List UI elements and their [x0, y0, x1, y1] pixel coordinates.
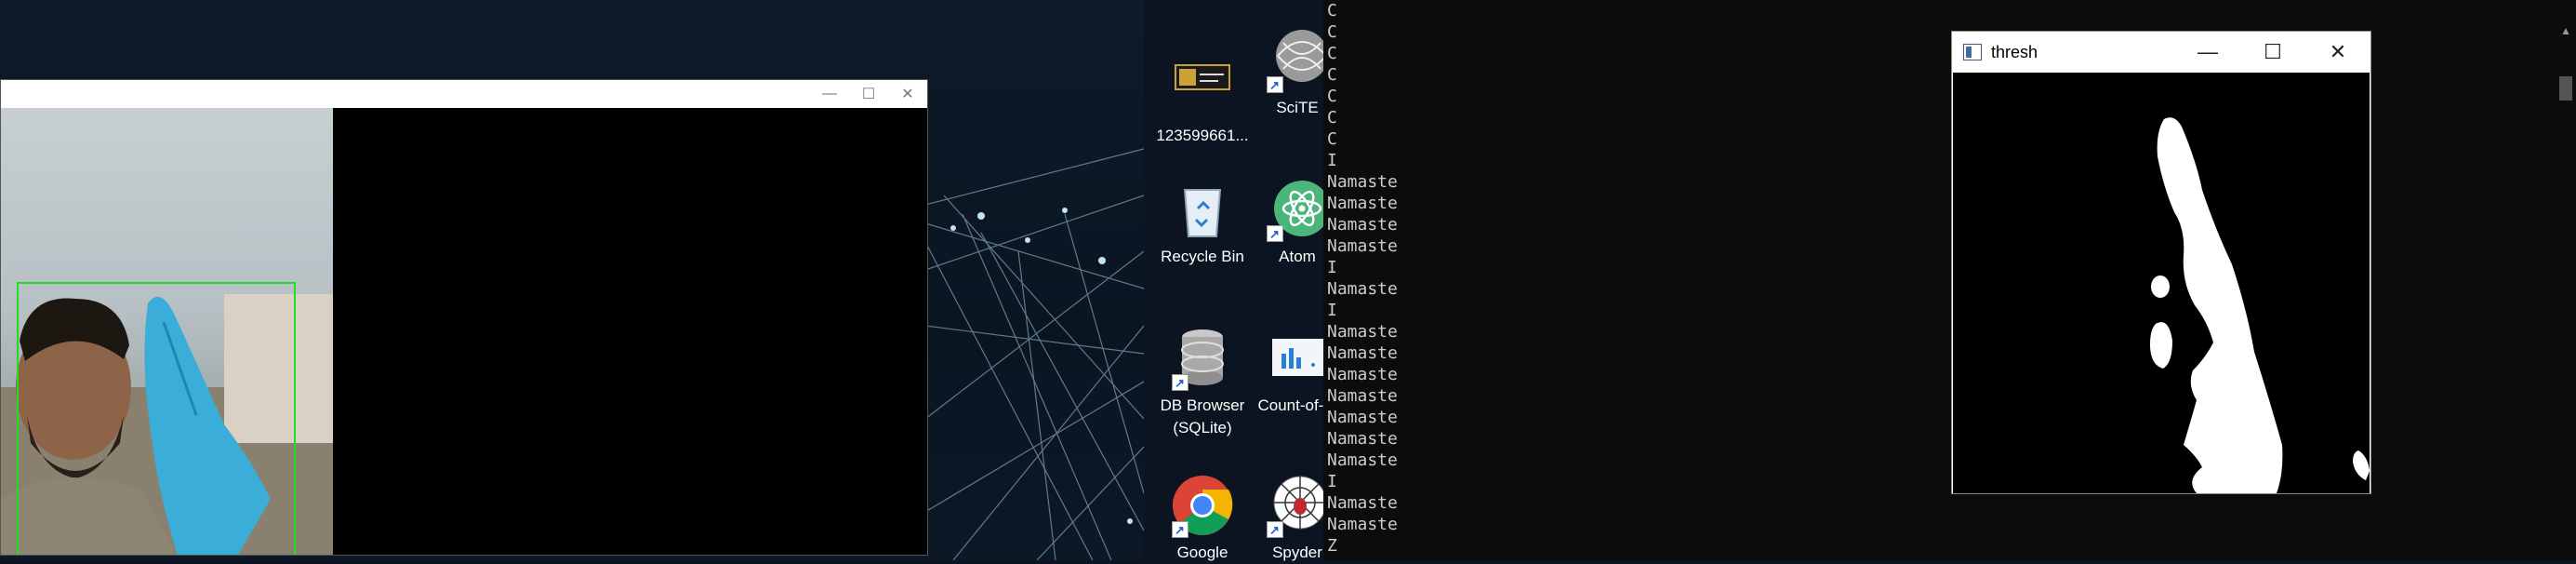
- maximize-button[interactable]: ☐: [2240, 32, 2305, 73]
- spyder-icon: [1265, 473, 1330, 542]
- hand-detection-box: [17, 282, 296, 555]
- console-line: Namaste: [1327, 493, 1398, 513]
- shortcut-arrow-icon: [1172, 372, 1188, 395]
- desktop-icon-image[interactable]: 123599661...: [1156, 56, 1249, 147]
- desktop-icon-label: Recycle Bin: [1161, 248, 1244, 265]
- console-line: I: [1327, 151, 1337, 170]
- console-line: Namaste: [1327, 365, 1398, 384]
- console-line: Namaste: [1327, 386, 1398, 406]
- console-line: I: [1327, 301, 1337, 320]
- close-button[interactable]: ✕: [888, 80, 927, 108]
- scite-icon: [1265, 28, 1330, 97]
- desktop-icon-label: DB Browser (SQLite): [1160, 396, 1245, 436]
- desktop-icon-db-browser[interactable]: DB Browser (SQLite): [1148, 326, 1257, 439]
- camera-window[interactable]: — ☐ ✕: [0, 79, 928, 556]
- chrome-icon: [1170, 473, 1235, 542]
- desktop-icon-label: Google: [1176, 544, 1228, 561]
- console-line: Namaste: [1327, 408, 1398, 427]
- scroll-up-arrow-icon[interactable]: ▲: [2559, 24, 2572, 37]
- minimize-button[interactable]: —: [810, 80, 849, 108]
- webcam-frame: [1, 108, 333, 555]
- thresh-window[interactable]: thresh — ☐ ✕: [1951, 31, 2371, 494]
- window-app-icon: [1963, 44, 1982, 60]
- desktop-icon-recycle-bin[interactable]: Recycle Bin: [1156, 177, 1249, 268]
- desktop-icon-label: Spyder: [1272, 544, 1322, 561]
- console-line: Namaste: [1327, 172, 1398, 192]
- console-line: Namaste: [1327, 515, 1398, 534]
- console-line: Namaste: [1327, 194, 1398, 213]
- minimize-button[interactable]: —: [2175, 32, 2240, 73]
- desktop-icon-label: Atom: [1279, 248, 1316, 265]
- console-output: C C C C C C C I Namaste Namaste Namaste Namaste I Nam…: [1327, 0, 1398, 557]
- console-line: C: [1327, 22, 1337, 42]
- console-line: Namaste: [1327, 279, 1398, 299]
- atom-icon: [1265, 177, 1330, 246]
- console-line: Namaste: [1327, 450, 1398, 470]
- desktop-icon-google[interactable]: Google: [1156, 473, 1249, 564]
- console-scrollbar[interactable]: ▲: [2556, 0, 2576, 560]
- chart-file-icon: [1265, 326, 1330, 391]
- shortcut-arrow-icon: [1267, 223, 1283, 246]
- console-line: C: [1327, 87, 1337, 106]
- wallpaper-network-lines: [925, 140, 1144, 560]
- console-line: Namaste: [1327, 236, 1398, 256]
- console-line: C: [1327, 65, 1337, 85]
- database-icon: [1170, 326, 1235, 395]
- maximize-button[interactable]: ☐: [849, 80, 888, 108]
- image-thumbnail-icon: [1170, 56, 1235, 121]
- console-line: Namaste: [1327, 215, 1398, 235]
- console-line: C: [1327, 108, 1337, 128]
- threshold-image: [1953, 73, 2370, 493]
- console-window[interactable]: C C C C C C C I Namaste Namaste Namaste Namaste I Nam…: [1323, 0, 2576, 560]
- scroll-thumb[interactable]: [2559, 76, 2572, 101]
- console-line: I: [1327, 472, 1337, 491]
- console-line: Namaste: [1327, 429, 1398, 449]
- console-line: I: [1327, 258, 1337, 277]
- window-title: thresh: [1991, 42, 2038, 61]
- recycle-bin-icon: [1170, 177, 1235, 242]
- console-line: C: [1327, 44, 1337, 63]
- console-line: Z: [1327, 536, 1337, 556]
- thresh-window-titlebar[interactable]: thresh — ☐ ✕: [1952, 32, 2370, 73]
- console-line: C: [1327, 1, 1337, 20]
- console-line: Namaste: [1327, 343, 1398, 363]
- camera-window-titlebar[interactable]: — ☐ ✕: [1, 80, 927, 108]
- shortcut-arrow-icon: [1172, 519, 1188, 542]
- shortcut-arrow-icon: [1267, 74, 1283, 97]
- desktop-icon-label: 123599661...: [1156, 127, 1249, 144]
- console-line: C: [1327, 129, 1337, 149]
- console-line: Namaste: [1327, 322, 1398, 342]
- desktop-icon-label: SciTE: [1276, 99, 1319, 116]
- shortcut-arrow-icon: [1267, 519, 1283, 542]
- close-button[interactable]: ✕: [2305, 32, 2370, 73]
